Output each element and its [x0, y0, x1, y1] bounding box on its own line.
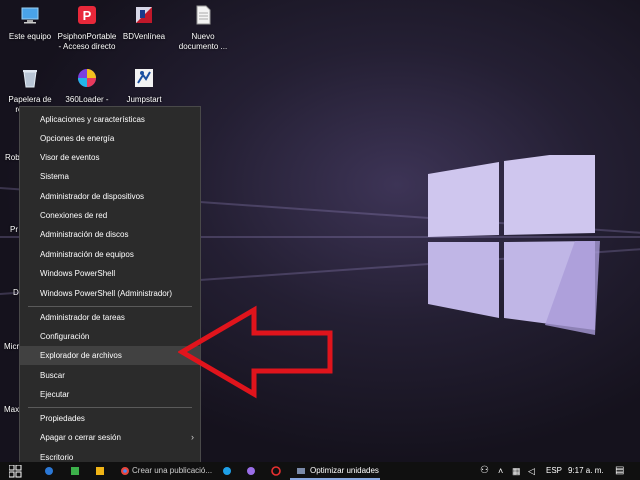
menu-item-administrador-dispositivos[interactable]: Administrador de dispositivos	[20, 187, 200, 206]
menu-item-label: Apagar o cerrar sesión	[40, 433, 121, 442]
winx-context-menu: Aplicaciones y características Opciones …	[19, 106, 201, 471]
menu-item-apagar-cerrar-sesion[interactable]: Apagar o cerrar sesión ›	[20, 428, 200, 447]
desktop-icon-label: Este equipo	[8, 32, 52, 41]
menu-item-windows-powershell[interactable]: Windows PowerShell	[20, 264, 200, 283]
clock[interactable]: 9:17 a. m.	[568, 462, 604, 480]
optimize-drives-icon[interactable]	[296, 466, 306, 476]
svg-text:P: P	[83, 8, 92, 23]
volume-icon[interactable]: ◁	[528, 462, 535, 480]
desktop-icon-jumpstart[interactable]: Jumpstart	[114, 67, 174, 105]
menu-item-conexiones-red[interactable]: Conexiones de red	[20, 206, 200, 225]
menu-item-sistema[interactable]: Sistema	[20, 167, 200, 186]
taskbar-app-icon[interactable]	[70, 466, 80, 476]
taskbar-app-icon[interactable]	[271, 466, 281, 476]
360loader-icon	[78, 69, 96, 87]
taskbar-app-icon[interactable]	[246, 466, 256, 476]
taskbar-task-label[interactable]: Crear una publicació...	[132, 462, 212, 480]
desktop-icon-label: Jumpstart	[126, 95, 162, 104]
menu-item-aplicaciones[interactable]: Aplicaciones y características	[20, 110, 200, 129]
menu-item-opciones-energia[interactable]: Opciones de energía	[20, 129, 200, 148]
start-icon[interactable]	[9, 465, 22, 478]
desktop-cut-label: D	[13, 288, 19, 297]
people-icon[interactable]: ⚇	[480, 462, 489, 480]
desktop-icon-este-equipo[interactable]: Este equipo	[0, 4, 60, 42]
chevron-right-icon: ›	[191, 432, 194, 442]
document-icon	[196, 5, 211, 25]
psiphon-icon: P	[78, 6, 96, 24]
desktop-cut-label: Rob	[5, 153, 20, 162]
menu-item-administracion-equipos[interactable]: Administración de equipos	[20, 245, 200, 264]
jumpstart-icon	[135, 69, 153, 87]
menu-separator	[28, 407, 192, 408]
taskbar-app-icon[interactable]	[44, 466, 54, 476]
menu-separator	[28, 306, 192, 307]
windows-logo	[428, 155, 600, 335]
menu-item-administrador-tareas[interactable]: Administrador de tareas	[20, 308, 200, 327]
menu-item-buscar[interactable]: Buscar	[20, 366, 200, 385]
menu-item-visor-eventos[interactable]: Visor de eventos	[20, 148, 200, 167]
menu-item-windows-powershell-admin[interactable]: Windows PowerShell (Administrador)	[20, 284, 200, 303]
network-icon[interactable]: ▦	[512, 462, 521, 480]
desktop-icon-psiphon[interactable]: P PsiphonPortable - Acceso directo	[57, 4, 117, 52]
taskbar: Crear una publicació... Optimizar unidad…	[0, 462, 640, 480]
menu-item-configuracion[interactable]: Configuración	[20, 327, 200, 346]
recycle-bin-icon	[23, 70, 37, 88]
desktop-cut-label: Pr	[10, 225, 18, 234]
notifications-icon[interactable]: ▤	[615, 462, 624, 480]
taskbar-app-icon[interactable]	[222, 466, 232, 476]
desktop-icon-bdvenlinea[interactable]: BDVenlínea	[114, 4, 174, 42]
desktop-icon-label: Nuevo documento ...	[178, 32, 228, 51]
desktop-icon-nuevo-documento[interactable]: Nuevo documento ...	[173, 4, 233, 52]
desktop-icon-label: BDVenlínea	[122, 32, 166, 41]
desktop-icon-label: PsiphonPortable - Acceso directo	[57, 32, 117, 51]
menu-item-propiedades[interactable]: Propiedades	[20, 409, 200, 428]
menu-item-explorador-archivos[interactable]: Explorador de archivos	[20, 346, 200, 365]
desktop-cut-label: Max	[4, 405, 20, 414]
menu-item-administracion-discos[interactable]: Administración de discos	[20, 225, 200, 244]
language-indicator[interactable]: ESP	[546, 462, 562, 480]
desktop-cut-label: Micr	[4, 342, 20, 351]
red-arrow-left-icon	[178, 305, 333, 399]
computer-icon	[21, 7, 39, 24]
taskbar-app-icon[interactable]	[95, 466, 105, 476]
bdvenlinea-icon	[136, 7, 152, 23]
menu-item-ejecutar[interactable]: Ejecutar	[20, 385, 200, 404]
chrome-icon[interactable]	[120, 466, 130, 476]
chevron-up-icon[interactable]: ˄	[498, 462, 503, 480]
